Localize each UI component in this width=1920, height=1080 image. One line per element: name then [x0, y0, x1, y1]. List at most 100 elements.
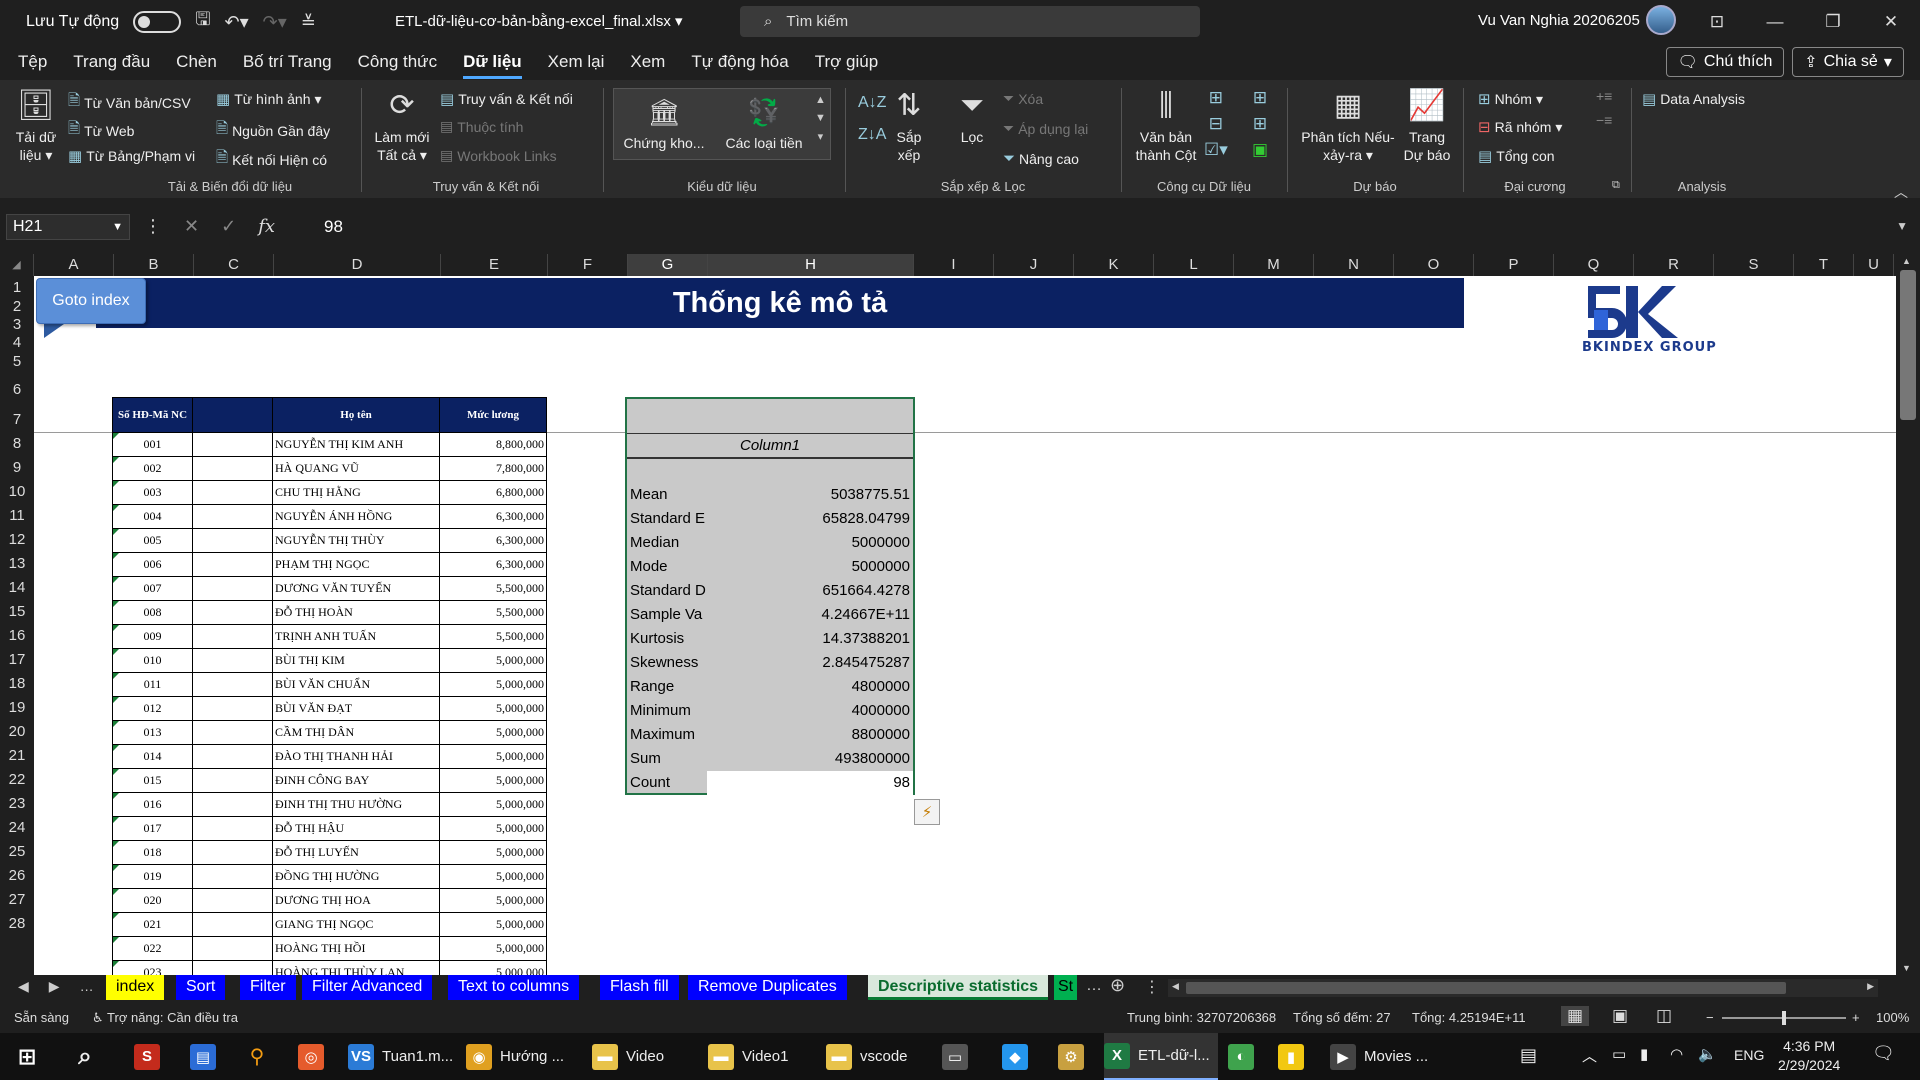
page-layout-icon[interactable]: ▣ [1612, 1006, 1628, 1026]
cell-contract-id[interactable]: 018 [112, 840, 193, 865]
header-blank[interactable] [192, 397, 273, 433]
name-box[interactable]: H21 ▼ [6, 214, 130, 240]
share-button[interactable]: ⇪ Chia sẻ ▾ [1792, 47, 1904, 77]
cell-salary[interactable]: 5,000,000 [439, 648, 547, 673]
scroll-right-icon[interactable]: ▶ [1867, 981, 1874, 992]
tab-0[interactable]: Tệp [18, 52, 47, 72]
cell-contract-id[interactable]: 017 [112, 816, 193, 841]
data-tools-small-b[interactable]: ⊞ ⊞ ▣ [1252, 88, 1268, 160]
cell-blank[interactable] [192, 768, 273, 793]
scroll-left-icon[interactable]: ◀ [1172, 981, 1179, 992]
search-box[interactable]: ⌕ Tìm kiếm [740, 6, 1200, 37]
cell-blank[interactable] [192, 840, 273, 865]
vertical-scrollbar[interactable]: ▲ ▼ [1896, 254, 1920, 975]
user-name[interactable]: Vu Van Nghia 20206205 [1478, 12, 1640, 29]
row-header[interactable]: 24 [0, 816, 34, 840]
consolidate-icon[interactable]: ⊞ [1253, 88, 1267, 108]
cell-blank[interactable] [192, 792, 273, 817]
tab-8[interactable]: Tự động hóa [691, 52, 788, 72]
notifications-icon[interactable]: 🗨 [1872, 1043, 1895, 1064]
save-icon[interactable]: 🖫 [195, 7, 210, 37]
column-header[interactable]: Q [1554, 254, 1634, 276]
wifi-icon[interactable]: ◠ [1670, 1045, 1683, 1063]
stocks-button[interactable]: 🏛 Chứng kho... [620, 94, 708, 152]
cell-contract-id[interactable]: 016 [112, 792, 193, 817]
cell-full-name[interactable]: ĐỖ THỊ HẬU [272, 816, 440, 841]
row-header[interactable]: 13 [0, 552, 34, 576]
cell-salary[interactable]: 5,000,000 [439, 864, 547, 889]
normal-view-icon[interactable]: ▦ [1561, 1006, 1590, 1026]
cell-blank[interactable] [192, 528, 273, 553]
cell-salary[interactable]: 5,000,000 [439, 672, 547, 697]
tab-3[interactable]: Bố trí Trang [243, 52, 332, 72]
column-header[interactable]: L [1154, 254, 1234, 276]
row-header[interactable]: 20 [0, 720, 34, 744]
taskbar-app[interactable]: ▮ [1278, 1033, 1304, 1080]
cell-contract-id[interactable]: 011 [112, 672, 193, 697]
cell-full-name[interactable]: CẦM THỊ DÂN [272, 720, 440, 745]
cell-contract-id[interactable]: 022 [112, 936, 193, 961]
currencies-button[interactable]: 💱 Các loại tiền [716, 94, 812, 152]
data-validation-icon[interactable]: ☑▾ [1204, 140, 1228, 160]
tab-prev-icon[interactable]: ◀ [18, 978, 29, 995]
autosave-toggle[interactable] [133, 11, 182, 33]
reapply-button[interactable]: ⏷ Áp dụng lại [1003, 120, 1088, 137]
restore-icon[interactable]: ❐ [1804, 0, 1862, 44]
expand-formula-icon[interactable]: ▼ [1896, 219, 1908, 233]
taskbar-window[interactable]: ▶ Movies ... [1330, 1033, 1436, 1080]
cell-full-name[interactable]: HOÀNG THỊ THÙY LAN [272, 960, 440, 975]
tab-2[interactable]: Chèn [176, 52, 217, 72]
cell-full-name[interactable]: BÙI VĂN ĐẠT [272, 696, 440, 721]
cancel-icon[interactable]: ✕ [184, 216, 199, 237]
search-taskbar-button[interactable]: ⌕ [72, 1033, 98, 1080]
tab-4[interactable]: Công thức [358, 52, 437, 72]
taskbar-app-4[interactable]: ◎ [298, 1033, 324, 1080]
taskbar-app[interactable]: ◆ [1002, 1033, 1028, 1080]
cell-full-name[interactable]: NGUYỄN ÁNH HỒNG [272, 504, 440, 529]
add-sheet-icon[interactable]: ⊕ [1110, 975, 1125, 996]
data-analysis-button[interactable]: ▤ Data Analysis [1642, 90, 1745, 108]
column-header[interactable]: C [194, 254, 274, 276]
stats-header[interactable]: Column1 [627, 433, 913, 459]
cell-salary[interactable]: 5,000,000 [439, 960, 547, 975]
cell-full-name[interactable]: DƯƠNG THỊ HOA [272, 888, 440, 913]
cell-salary[interactable]: 5,000,000 [439, 816, 547, 841]
tabs-more-icon[interactable]: … [1086, 977, 1102, 995]
battery-icon[interactable]: ▮ [1640, 1045, 1648, 1063]
cell-blank[interactable] [192, 912, 273, 937]
stats-row[interactable]: Range 4800000 [627, 675, 913, 699]
clock[interactable]: 4:36 PM 2/29/2024 [1778, 1037, 1840, 1075]
enter-icon[interactable]: ✓ [221, 216, 236, 237]
cell-full-name[interactable]: ĐINH CÔNG BAY [272, 768, 440, 793]
language-indicator[interactable]: ENG [1734, 1047, 1764, 1063]
cell-salary[interactable]: 5,000,000 [439, 768, 547, 793]
column-header[interactable]: R [1634, 254, 1714, 276]
data-tools-small-a[interactable]: ⊞ ⊟ ☑▾ [1204, 88, 1228, 160]
column-header[interactable]: P [1474, 254, 1554, 276]
row-header[interactable]: 6 [0, 372, 34, 408]
column-header[interactable]: N [1314, 254, 1394, 276]
stats-row[interactable]: Standard D 651664.4278 [627, 579, 913, 603]
more-icon[interactable]: ⋮ [144, 216, 162, 237]
hide-detail-icon[interactable]: −≡ [1596, 112, 1612, 128]
cell-salary[interactable]: 5,000,000 [439, 912, 547, 937]
column-header[interactable]: J [994, 254, 1074, 276]
row-header[interactable]: 5 [0, 352, 34, 372]
tab-6[interactable]: Xem lại [548, 52, 605, 72]
document-title[interactable]: ETL-dữ-liệu-cơ-bản-bằng-excel_final.xlsx… [395, 12, 683, 30]
ribbon-display-icon[interactable]: ⊡ [1688, 0, 1746, 44]
from-web-button[interactable]: 🗎 Từ Web [68, 118, 134, 143]
row-header[interactable]: 7 [0, 408, 34, 432]
zoom-level[interactable]: 100% [1876, 1010, 1909, 1025]
tab-1[interactable]: Trang đầu [73, 52, 150, 72]
cell-full-name[interactable]: DƯƠNG VĂN TUYẾN [272, 576, 440, 601]
column-header[interactable]: F [548, 254, 628, 276]
column-header[interactable]: B [114, 254, 194, 276]
tab-more-icon[interactable]: … [80, 978, 94, 995]
recent-sources-button[interactable]: 🗎 Nguồn Gần đây [216, 118, 330, 143]
sort-button[interactable]: ⇅ Sắp xếp [890, 88, 928, 164]
from-text-csv-button[interactable]: 🗎 Từ Văn bản/CSV [68, 90, 191, 115]
cell-blank[interactable] [192, 600, 273, 625]
sheet-tab[interactable]: Remove Duplicates [688, 975, 847, 1000]
outline-detail-buttons[interactable]: +≡ −≡ [1596, 88, 1612, 128]
